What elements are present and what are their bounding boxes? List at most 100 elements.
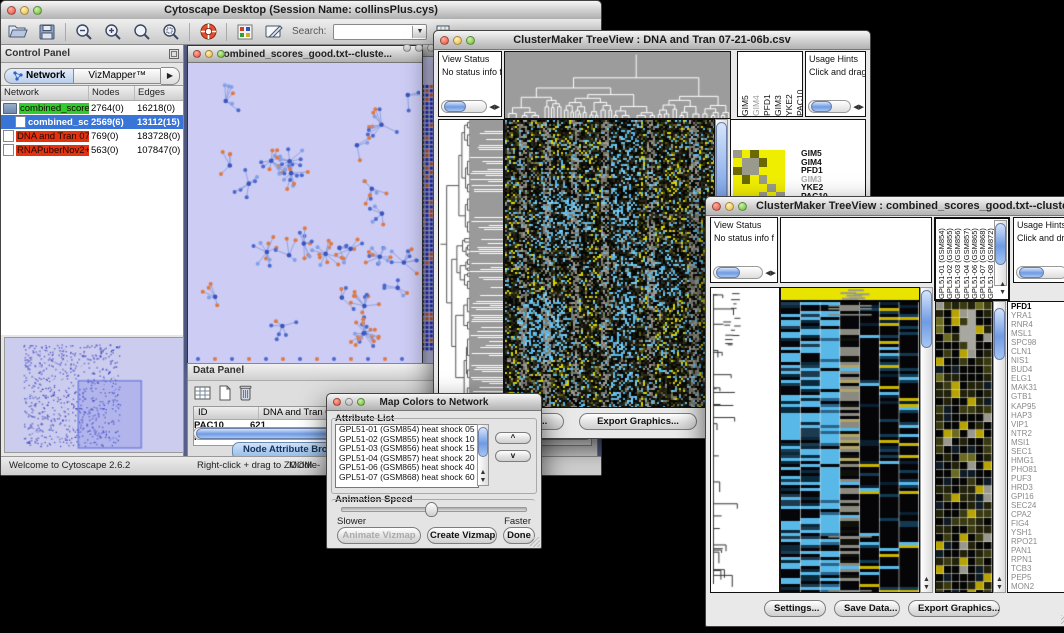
scroll-arrows[interactable]: ◀▶ bbox=[853, 104, 864, 112]
treeview1-column-dendrogram[interactable] bbox=[504, 51, 731, 119]
treeview1-row-dendrogram[interactable] bbox=[438, 119, 504, 408]
scroll-thumb[interactable] bbox=[1019, 267, 1044, 278]
col-id[interactable]: ID bbox=[194, 407, 259, 419]
gene-item[interactable]: MON2 bbox=[1008, 582, 1064, 591]
annotation-icon[interactable] bbox=[263, 22, 285, 42]
minimize-button[interactable] bbox=[205, 50, 213, 58]
gene-item[interactable]: GTB1 bbox=[1008, 392, 1064, 401]
gene-item[interactable]: FIG4 bbox=[1008, 519, 1064, 528]
gene-item[interactable]: MSL1 bbox=[1008, 329, 1064, 338]
scroll-arrows[interactable]: ◀▶ bbox=[489, 104, 500, 112]
close-button[interactable] bbox=[403, 45, 411, 52]
scroll-arrows[interactable]: ▲▼ bbox=[923, 576, 930, 592]
col-network[interactable]: Network bbox=[1, 86, 89, 100]
zoom-button[interactable] bbox=[33, 6, 42, 15]
gene-item[interactable]: KAP95 bbox=[1008, 402, 1064, 411]
close-button[interactable] bbox=[440, 36, 449, 45]
scroll-thumb[interactable] bbox=[811, 101, 832, 112]
gene-item[interactable]: SPC98 bbox=[1008, 338, 1064, 347]
close-button[interactable] bbox=[333, 398, 341, 406]
network-canvas-1[interactable] bbox=[188, 63, 420, 365]
scroll-thumb[interactable] bbox=[716, 267, 740, 278]
treeview2-heatmap[interactable] bbox=[780, 287, 920, 593]
treeview2-detail-heatmap[interactable] bbox=[935, 301, 993, 593]
scroll-thumb[interactable] bbox=[995, 223, 1006, 265]
table-row[interactable]: combined_sco2569(6)13112(15) bbox=[1, 115, 183, 129]
open-file-button[interactable] bbox=[7, 22, 29, 42]
delete-attribute-icon[interactable] bbox=[238, 384, 253, 401]
gene-item[interactable]: NTR2 bbox=[1008, 429, 1064, 438]
main-titlebar[interactable]: Cytoscape Desktop (Session Name: collins… bbox=[1, 1, 601, 20]
scroll-thumb[interactable] bbox=[921, 290, 932, 348]
view-status-hscroll[interactable] bbox=[713, 266, 763, 279]
vizmapper-icon[interactable] bbox=[234, 22, 256, 42]
gene-item[interactable]: NIS1 bbox=[1008, 356, 1064, 365]
table-row[interactable]: combined_scores2764(0)16218(0) bbox=[1, 101, 183, 115]
zoom-out-button[interactable] bbox=[73, 22, 95, 42]
scroll-thumb[interactable] bbox=[478, 427, 488, 457]
minimize-button[interactable] bbox=[453, 36, 462, 45]
export-graphics--button[interactable]: Export Graphics... bbox=[579, 413, 697, 430]
zoom-fit-button[interactable] bbox=[131, 22, 153, 42]
dialog-titlebar[interactable]: Map Colors to Network bbox=[327, 394, 541, 411]
minimize-button[interactable] bbox=[725, 202, 734, 211]
zoom-button[interactable] bbox=[738, 202, 747, 211]
tab-network[interactable]: Network bbox=[4, 68, 74, 84]
minimize-button[interactable] bbox=[345, 398, 353, 406]
gene-item[interactable]: TCB3 bbox=[1008, 564, 1064, 573]
move-down-button[interactable]: v bbox=[495, 450, 531, 462]
column-labels-vscroll[interactable] bbox=[994, 220, 1007, 286]
scroll-arrows[interactable]: ▲▼ bbox=[999, 281, 1006, 297]
tab-vizmapper[interactable]: VizMapper™ bbox=[74, 68, 161, 84]
gene-item[interactable]: RPO21 bbox=[1008, 537, 1064, 546]
gene-list-vscroll[interactable]: ▲▼ bbox=[993, 301, 1006, 593]
gene-item[interactable]: MAK31 bbox=[1008, 383, 1064, 392]
gene-item[interactable]: MSI1 bbox=[1008, 438, 1064, 447]
minimize-button[interactable] bbox=[20, 6, 29, 15]
gene-item[interactable]: PHO81 bbox=[1008, 465, 1064, 474]
save-button[interactable] bbox=[36, 22, 58, 42]
attribute-list[interactable]: GPL51-01 (GSM854) heat shock 05 minGPL51… bbox=[335, 424, 479, 488]
save-data--button[interactable]: Save Data... bbox=[834, 600, 900, 617]
gene-item[interactable]: PUF3 bbox=[1008, 474, 1064, 483]
gene-item[interactable]: PFD1 bbox=[1008, 302, 1064, 311]
scroll-arrows[interactable]: ◀▶ bbox=[765, 270, 776, 278]
attribute-list-vscroll[interactable]: ▲▼ bbox=[477, 424, 489, 486]
create-vizmap-button[interactable]: Create Vizmap bbox=[427, 527, 497, 544]
attribute-table-icon[interactable] bbox=[194, 385, 212, 401]
gene-item[interactable]: HMG1 bbox=[1008, 456, 1064, 465]
zoom-in-button[interactable] bbox=[102, 22, 124, 42]
gene-item[interactable]: BUD4 bbox=[1008, 365, 1064, 374]
help-lifering-icon[interactable] bbox=[197, 22, 219, 42]
gene-item[interactable]: CPA2 bbox=[1008, 510, 1064, 519]
settings--button[interactable]: Settings... bbox=[764, 600, 826, 617]
zoom-button[interactable] bbox=[217, 50, 225, 58]
search-dropdown-icon[interactable]: ▼ bbox=[412, 26, 426, 38]
network-view-window-1[interactable]: combined_scores_good.txt--cluste... bbox=[187, 45, 423, 367]
col-edges[interactable]: Edges bbox=[135, 86, 182, 100]
minimize-button[interactable] bbox=[415, 45, 423, 52]
treeview2-titlebar[interactable]: ClusterMaker TreeView : combined_scores_… bbox=[706, 197, 1064, 216]
treeview1-heatmap[interactable] bbox=[504, 119, 715, 408]
col-nodes[interactable]: Nodes bbox=[89, 86, 135, 100]
search-input[interactable]: ▼ bbox=[333, 24, 427, 40]
resize-grip[interactable] bbox=[530, 537, 540, 547]
list-item[interactable]: GPL51-07 (GSM868) heat shock 60 min bbox=[336, 473, 478, 483]
scroll-thumb[interactable] bbox=[444, 101, 466, 112]
gene-item[interactable]: PAN1 bbox=[1008, 546, 1064, 555]
zoom-selected-button[interactable] bbox=[160, 22, 182, 42]
move-up-button[interactable]: ^ bbox=[495, 432, 531, 444]
treeview2-column-dendrogram[interactable] bbox=[780, 217, 932, 283]
gene-item[interactable]: PEP5 bbox=[1008, 573, 1064, 582]
speed-slider-thumb[interactable] bbox=[425, 502, 438, 517]
zoom-button[interactable] bbox=[466, 36, 475, 45]
gene-item[interactable]: GPI16 bbox=[1008, 492, 1064, 501]
treeview1-titlebar[interactable]: ClusterMaker TreeView : DNA and Tran 07-… bbox=[434, 31, 870, 50]
view-status-hscroll[interactable] bbox=[441, 100, 487, 113]
close-button[interactable] bbox=[7, 6, 16, 15]
treeview1-detail-heatmap[interactable] bbox=[733, 150, 785, 200]
network-window1-titlebar[interactable]: combined_scores_good.txt--cluste... bbox=[188, 46, 422, 63]
usage-hints-hscroll[interactable] bbox=[1016, 266, 1064, 279]
float-panel-icon[interactable] bbox=[169, 49, 179, 59]
gene-item[interactable]: HAP3 bbox=[1008, 411, 1064, 420]
